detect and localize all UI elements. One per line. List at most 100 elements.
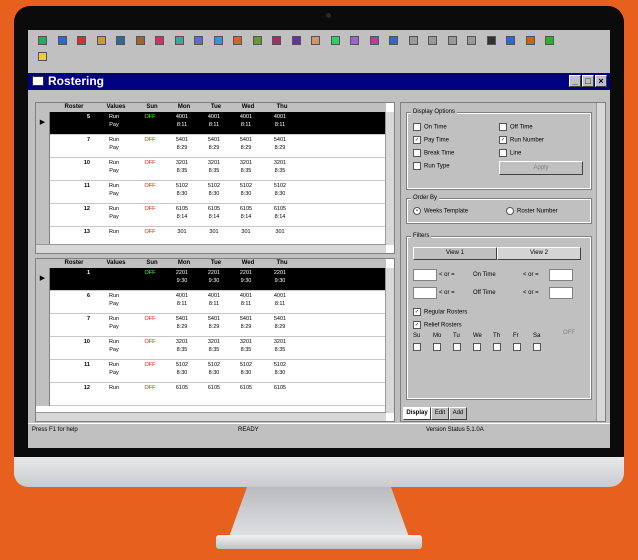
maximize-button[interactable]: □ [582, 75, 594, 87]
day-checkbox-we[interactable] [473, 343, 484, 351]
panel-scrollbar[interactable] [596, 103, 605, 421]
doc3-icon[interactable] [428, 36, 437, 45]
table-row[interactable]: 12 Run Pay OFF 6105 8:14 6105 8:14 6105 8:14 6105 8… [36, 204, 386, 227]
line-checkbox[interactable]: Line [499, 149, 521, 157]
tab-view-1[interactable]: View 1 [413, 247, 497, 260]
info-icon[interactable] [525, 36, 535, 45]
doc4-icon[interactable] [447, 36, 457, 45]
on-time-from-input[interactable] [413, 269, 437, 281]
off-time-checkbox[interactable]: Off Time [499, 123, 533, 131]
doc2-icon[interactable] [408, 36, 418, 45]
column-header-values[interactable]: Values [96, 104, 136, 110]
weeks-template-radio[interactable]: • Weeks Template [413, 207, 468, 215]
grid-vertical-scrollbar[interactable] [385, 268, 394, 413]
break-time-checkbox[interactable]: Break Time [413, 149, 454, 157]
roster-number-radio[interactable]: Roster Number [506, 207, 558, 215]
row-selector[interactable] [36, 181, 50, 204]
relief-rosters-checkbox[interactable]: ✓ Relief Rosters [413, 321, 462, 329]
column-header-sun[interactable]: Sun [136, 104, 168, 110]
row-selector[interactable] [36, 135, 50, 158]
globe-icon[interactable] [38, 36, 47, 45]
list-icon[interactable] [194, 36, 203, 45]
column-header-wed[interactable]: Wed [232, 260, 264, 266]
person-icon[interactable] [116, 36, 125, 45]
save-icon[interactable] [506, 36, 515, 45]
day-checkbox-th[interactable] [493, 343, 504, 351]
row-selector[interactable]: ▶ [36, 268, 50, 291]
table-row[interactable]: ▶ 5 Run Pay OFF 4001 8:11 4001 8:11 4001 8:11 4001 8… [36, 112, 386, 135]
minimize-icon[interactable] [486, 36, 496, 45]
chart-icon[interactable] [330, 36, 340, 45]
tab-edit[interactable]: Edit [431, 407, 449, 420]
minimize-button[interactable]: _ [569, 75, 581, 87]
table-icon[interactable] [174, 36, 184, 45]
roster-grid-top[interactable]: Roster Values Sun Mon Tue Wed Thu ▶ 5 Run Pay OFF 40… [35, 102, 395, 254]
grid-icon[interactable] [155, 36, 164, 45]
column-header-mon[interactable]: Mon [168, 104, 200, 110]
day-checkbox-fr[interactable] [513, 343, 524, 351]
help-icon[interactable] [545, 36, 554, 45]
grid-horizontal-scrollbar[interactable] [36, 412, 386, 421]
run-number-checkbox[interactable]: ✓ Run Number [499, 136, 544, 144]
column-header-tue[interactable]: Tue [200, 104, 232, 110]
on-time-checkbox[interactable]: On Time [413, 123, 447, 131]
day-checkbox-tu[interactable] [453, 343, 464, 351]
row-selector[interactable] [36, 383, 50, 406]
off-time-from-input[interactable] [413, 287, 437, 299]
table-row[interactable]: 12 Run OFF 6105 6105 6105 6105 [36, 383, 386, 406]
day-checkbox-mo[interactable] [433, 343, 444, 351]
row-selector[interactable] [36, 158, 50, 181]
close-button[interactable]: × [595, 75, 607, 87]
list2-icon[interactable] [213, 36, 223, 45]
tool-icon[interactable] [96, 36, 106, 45]
table-row[interactable]: 7 Run Pay OFF 5401 8:29 5401 8:29 5401 8:29 5401 8:… [36, 135, 386, 158]
column-header-mon[interactable]: Mon [168, 260, 200, 266]
column-header-sun[interactable]: Sun [136, 260, 168, 266]
tab-add[interactable]: Add [449, 407, 467, 420]
day-checkbox-su[interactable] [413, 343, 424, 351]
table-row[interactable]: 11 Run Pay OFF 5102 8:30 5102 8:30 5102 8:30 5102 8… [36, 181, 386, 204]
gear-icon[interactable] [252, 36, 262, 45]
tab-display[interactable]: Display [403, 407, 431, 420]
day-checkbox-sa[interactable] [533, 343, 544, 351]
row-selector[interactable] [36, 291, 50, 314]
regular-rosters-checkbox[interactable]: ✓ Regular Rosters [413, 308, 467, 316]
grid-horizontal-scrollbar[interactable] [36, 244, 386, 253]
column-header-roster[interactable]: Roster [52, 104, 96, 110]
arrow-icon[interactable] [369, 36, 379, 45]
doc-icon[interactable] [77, 36, 86, 45]
column-header-thu[interactable]: Thu [264, 260, 300, 266]
row-selector[interactable] [36, 204, 50, 227]
table-row[interactable]: ▶ 1 OFF 2201 9:30 2201 9:30 2201 9:30 2201 9:30 [36, 268, 386, 291]
column-header-thu[interactable]: Thu [264, 104, 300, 110]
column-header-roster[interactable]: Roster [52, 260, 96, 266]
lightbulb-icon[interactable] [38, 52, 47, 61]
grid-vertical-scrollbar[interactable] [385, 112, 394, 245]
table-row[interactable]: 11 Run Pay OFF 5102 8:30 5102 8:30 5102 8:30 5102 8… [36, 360, 386, 383]
table-row[interactable]: 6 Run Pay 4001 8:11 4001 8:11 4001 8:11 4001 8:11 [36, 291, 386, 314]
apply-button[interactable]: Apply [499, 161, 583, 175]
people-icon[interactable] [272, 36, 281, 45]
column-header-values[interactable]: Values [96, 260, 136, 266]
table-row[interactable]: 10 Run Pay OFF 3201 8:35 3201 8:35 3201 8:35 3201 8… [36, 337, 386, 360]
roster-grid-bottom[interactable]: Roster Values Sun Mon Tue Wed Thu ▶ 1 OFF 2201 9:30… [35, 258, 395, 422]
run-type-checkbox[interactable]: Run Type [413, 162, 450, 170]
monitor-icon[interactable] [389, 36, 398, 45]
tab-view-2[interactable]: View 2 [497, 247, 581, 260]
calc-icon[interactable] [350, 36, 359, 45]
off-time-to-input[interactable] [549, 287, 573, 299]
column-header-tue[interactable]: Tue [200, 260, 232, 266]
window-icon[interactable] [233, 36, 242, 45]
split-icon[interactable] [291, 36, 301, 45]
on-time-to-input[interactable] [549, 269, 573, 281]
table-row[interactable]: 7 Run Pay OFF 5401 8:29 5401 8:29 5401 8:29 5401 8:… [36, 314, 386, 337]
row-selector[interactable] [36, 360, 50, 383]
map-icon[interactable] [311, 36, 320, 45]
bar-icon[interactable] [57, 36, 67, 45]
calendar-icon[interactable] [135, 36, 145, 45]
table-row[interactable]: 10 Run Pay OFF 3201 8:35 3201 8:35 3201 8:35 3201 8… [36, 158, 386, 181]
row-selector[interactable] [36, 337, 50, 360]
row-selector[interactable] [36, 314, 50, 337]
pay-time-checkbox[interactable]: ✓ Pay Time [413, 136, 449, 144]
doc5-icon[interactable] [467, 36, 476, 45]
